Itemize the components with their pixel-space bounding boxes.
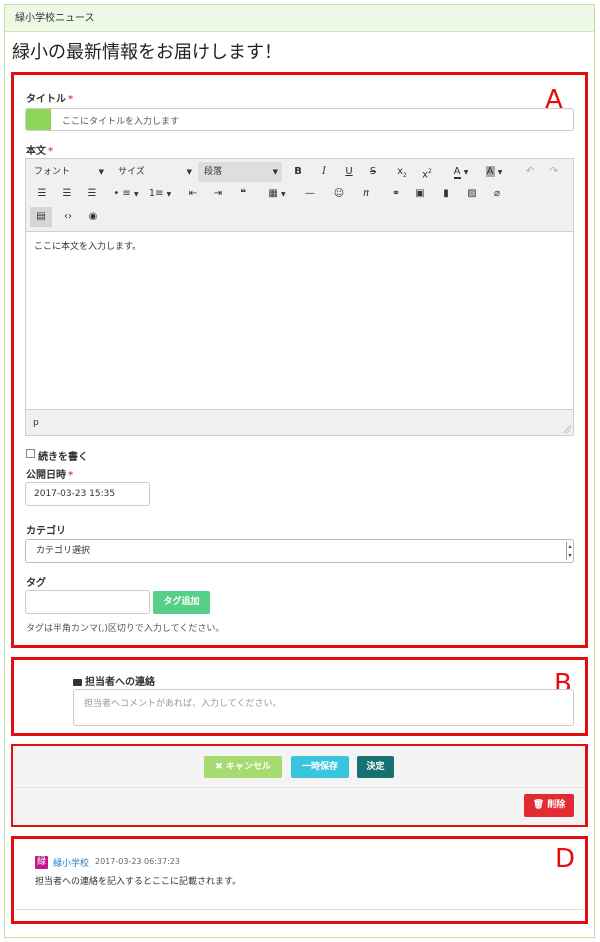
tag-input[interactable] [25, 590, 150, 614]
title-label-text: タイトル [26, 94, 66, 105]
tag-add-button[interactable]: タグ追加 [153, 591, 210, 614]
category-select-value: カテゴリ選択 [36, 546, 91, 556]
editor-statusbar: p [26, 409, 573, 435]
rich-text-editor: フォント ▼ サイズ ▼ 段落 ▼ B I U S x2 x2 A ▼ A ▼ ↶ ↷… [25, 158, 574, 436]
tag-label: タグ [26, 578, 46, 589]
math-icon[interactable]: π [356, 184, 376, 204]
preview-icon[interactable]: ◉ [82, 207, 104, 227]
align-right-icon[interactable]: ☰ [82, 184, 102, 204]
chevron-down-icon: ▼ [186, 168, 192, 176]
chevron-down-icon: ▼ [98, 168, 104, 176]
publish-datetime-input[interactable]: 2017-03-23 15:35 [25, 482, 150, 506]
cancel-icon: ✖ [215, 762, 226, 772]
align-left-icon[interactable]: ☰ [32, 184, 52, 204]
bold-icon[interactable]: B [288, 162, 308, 182]
temp-save-button[interactable]: 一時保存 [291, 756, 349, 778]
undo-icon[interactable]: ↶ [520, 162, 540, 182]
editor-toolbar: フォント ▼ サイズ ▼ 段落 ▼ B I U S x2 x2 A ▼ A ▼ ↶ ↷… [26, 159, 573, 232]
chevron-down-icon: ▼ [272, 168, 278, 176]
strikethrough-icon[interactable]: S [363, 162, 383, 182]
paste-icon[interactable]: ▤ [30, 207, 52, 227]
font-select[interactable]: フォント ▼ [28, 162, 108, 182]
tag-help-text: タグは半角カンマ(,)区切りで入力してください。 [26, 624, 225, 634]
editor-body[interactable]: ここに本文を入力します。 [26, 233, 573, 409]
media-icon[interactable]: ▣ [410, 184, 430, 204]
size-select-label: サイズ [118, 167, 145, 177]
action-divider [13, 787, 585, 788]
title-label: タイトル * [26, 90, 73, 105]
delete-label: 削除 [547, 800, 566, 810]
comment-time: 2017-03-23 06:37:23 [95, 857, 180, 866]
avatar: 緑 [35, 856, 48, 869]
comment-text: 担当者への連絡を記入するとここに記載されます。 [35, 877, 242, 887]
trash-icon: 🗑 [532, 800, 548, 810]
table-icon[interactable]: ▦ ▼ [262, 184, 292, 204]
source-code-icon[interactable]: ‹› [57, 207, 79, 227]
editor-body-text: ここに本文を入力します。 [34, 242, 142, 252]
underline-icon[interactable]: U [339, 162, 359, 182]
format-select-label: 段落 [204, 167, 223, 177]
publish-label: 公開日時 * [26, 466, 73, 481]
continue-checkbox[interactable] [26, 449, 35, 458]
comment-icon [73, 679, 82, 686]
cancel-button[interactable]: ✖ キャンセル [204, 756, 282, 778]
align-center-icon[interactable]: ☰ [57, 184, 77, 204]
blockquote-icon[interactable]: ❝ [233, 184, 253, 204]
body-label-text: 本文 [26, 146, 46, 157]
select-arrow-icon: ▴ ▾ [566, 542, 573, 560]
italic-icon[interactable]: I [314, 162, 334, 182]
format-select[interactable]: 段落 ▼ [198, 162, 282, 182]
annotation-label-d: D [555, 844, 576, 874]
cancel-label: キャンセル [225, 762, 271, 772]
text-color-icon[interactable]: A ▼ [446, 162, 476, 182]
window-title-bar: 緑小学校ニュース [5, 5, 594, 32]
delete-button[interactable]: 🗑 削除 [524, 794, 574, 817]
attachment-icon[interactable]: ⌀ [487, 184, 507, 204]
contact-placeholder: 担当者へコメントがあれば、入力してください。 [84, 699, 282, 709]
category-select[interactable]: カテゴリ選択 ▴ ▾ [25, 539, 574, 563]
background-color-icon[interactable]: A ▼ [479, 162, 509, 182]
contact-label: 担当者への連絡 [73, 673, 155, 688]
indent-icon[interactable]: ⇥ [208, 184, 228, 204]
page-title: 緑小の最新情報をお届けします！ [12, 42, 282, 63]
bullet-list-icon[interactable]: • ≡ ▼ [111, 184, 141, 204]
font-select-label: フォント [34, 167, 71, 177]
redo-icon[interactable]: ↷ [544, 162, 564, 182]
link-icon[interactable]: ⚭ [386, 184, 406, 204]
continue-label: 続きを書く [38, 452, 88, 463]
element-path: p [33, 418, 39, 428]
required-mark: * [48, 146, 54, 157]
toolbar-row-2: ☰ ☰ ☰ • ≡ ▼ 1≡ ▼ ⇤ ⇥ ❝ ▦ ▼ — ☺ π ⚭ ▣ ▮ ▨… [26, 184, 573, 206]
category-label: カテゴリ [26, 526, 66, 537]
emoticon-icon[interactable]: ☺ [329, 184, 349, 204]
required-mark: * [68, 94, 74, 105]
contact-comment-textarea[interactable]: 担当者へコメントがあれば、入力してください。 [73, 689, 574, 726]
template-icon[interactable]: ▮ [436, 184, 456, 204]
comment-author[interactable]: 緑小学校 [53, 856, 89, 869]
toolbar-row-3: ▤ ‹› ◉ [26, 207, 573, 229]
contact-label-text: 担当者への連絡 [85, 677, 155, 688]
toolbar-row-1: フォント ▼ サイズ ▼ 段落 ▼ B I U S x2 x2 A ▼ A ▼ ↶ ↷ [26, 162, 573, 184]
horizontal-rule-icon[interactable]: — [300, 184, 320, 204]
body-label: 本文 * [26, 142, 53, 157]
comment-divider [15, 909, 583, 910]
required-mark: * [68, 470, 74, 481]
publish-label-text: 公開日時 [26, 470, 66, 481]
outdent-icon[interactable]: ⇤ [183, 184, 203, 204]
size-select[interactable]: サイズ ▼ [112, 162, 196, 182]
window-title: 緑小学校ニュース [15, 13, 95, 24]
submit-button[interactable]: 決定 [357, 756, 394, 778]
title-input[interactable]: ここにタイトルを入力します [25, 108, 574, 131]
title-input-accent [26, 109, 51, 130]
subscript-icon[interactable]: x2 [392, 162, 412, 182]
image-icon[interactable]: ▨ [462, 184, 482, 204]
resize-handle[interactable] [563, 425, 571, 433]
title-placeholder: ここにタイトルを入力します [62, 117, 180, 127]
superscript-icon[interactable]: x2 [417, 162, 437, 182]
numbered-list-icon[interactable]: 1≡ ▼ [145, 184, 175, 204]
